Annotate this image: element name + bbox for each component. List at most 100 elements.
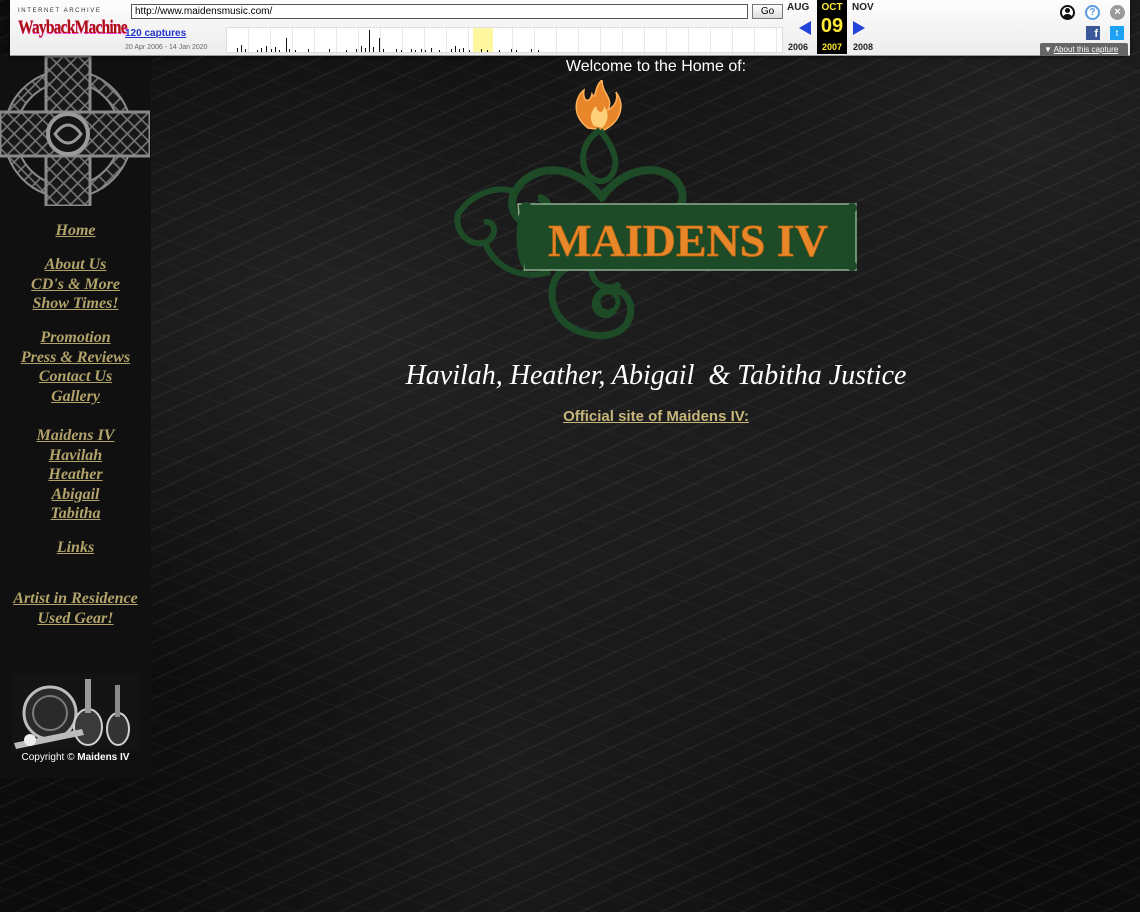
wayback-captures-link[interactable]: 120 captures [125,28,186,39]
sidebar-nav-group: About Us CD's & More Show Times! [0,255,151,314]
sparkline-bar [415,50,416,52]
sparkline-bar [257,50,258,52]
close-icon[interactable]: × [1110,5,1125,20]
sidebar-link-havilah[interactable]: Havilah [0,446,151,466]
wayback-current-day: 09 [820,15,844,37]
sparkline-bar [481,49,482,52]
sidebar-link-promotion[interactable]: Promotion [0,328,151,348]
sidebar-link-cd-s-more[interactable]: CD's & More [0,275,151,295]
sparkline-bar [531,49,532,52]
sparkline-bar [411,49,412,52]
about-this-capture-label: About this capture [1053,45,1119,54]
facebook-share-icon[interactable]: f [1086,26,1100,40]
sparkline-bar [425,50,426,52]
sparkline-bar [245,49,246,52]
sidebar-link-gallery[interactable]: Gallery [0,387,151,407]
sidebar-link-abigail[interactable]: Abigail [0,485,151,505]
next-capture-arrow-icon[interactable] [853,21,865,35]
sparkline-bar [499,50,500,52]
sparkline-bar [329,49,330,52]
wayback-prev-month[interactable]: AUG [787,2,809,13]
sparkline-bar [237,48,238,52]
sparkline-bar [396,49,397,52]
sparkline-bar [401,50,402,52]
copyright-prefix: Copyright © [21,752,75,763]
official-site-link[interactable]: Official site of Maidens IV: [456,408,856,425]
wayback-next-year[interactable]: 2008 [853,42,873,52]
logo-wordmark: MAIDENS IV [548,215,828,266]
wayback-capture-sparkline[interactable] [226,27,783,53]
sidebar-nav-group: Promotion Press & Reviews Contact Us Galler… [0,328,151,406]
sparkline-bar [383,49,384,52]
wayback-url-input[interactable] [131,4,748,19]
wayback-toolbar: INTERNET ARCHIVE WaybackMachine Go 120 c… [10,0,1130,56]
sidebar-link-home[interactable]: Home [0,221,151,241]
wayback-prev-year[interactable]: 2006 [788,42,808,52]
sidebar-nav-group: Links [0,538,151,558]
caret-down-icon: ▼ [1044,45,1054,54]
sidebar-nav-group: Home [0,221,151,241]
sidebar-link-tabitha[interactable]: Tabitha [0,504,151,524]
wayback-logo[interactable]: INTERNET ARCHIVE WaybackMachine [18,8,128,44]
sparkline-bar [271,49,272,52]
sparkline-bar [369,30,370,52]
wayback-logo-main-text: WaybackMachine [18,17,128,38]
sparkline-bar [439,50,440,52]
about-this-capture-button[interactable]: ▼ About this capture [1040,43,1128,56]
sparkline-bar [463,48,464,52]
user-account-icon[interactable] [1060,5,1075,20]
sidebar-link-about-us[interactable]: About Us [0,255,151,275]
wayback-date-range: 20 Apr 2006 - 14 Jan 2020 [125,44,208,51]
sparkline-bar [459,49,460,52]
sparkline-current-year-highlight [473,28,493,52]
wayback-go-button[interactable]: Go [752,4,783,19]
sidebar-link-artist-in-residence[interactable]: Artist in Residence [0,589,151,609]
wayback-logo-archive-text: INTERNET ARCHIVE [18,8,102,14]
help-icon[interactable]: ? [1085,5,1100,20]
sidebar-nav-group: Maidens IV Havilah Heather Abigail Tabitha [0,426,151,524]
sparkline-bar [365,48,366,52]
sparkline-bar [469,50,470,52]
sparkline-bar [279,50,280,52]
copyright-notice: Copyright © Maidens IV [0,752,151,763]
sparkline-bar [346,50,347,52]
sidebar-link-show-times[interactable]: Show Times! [0,294,151,314]
sparkline-bar [295,50,296,52]
sparkline-bar [266,46,267,52]
sparkline-bar [451,49,452,52]
sparkline-bar [431,48,432,52]
sparkline-bar [261,48,262,52]
sidebar-link-used-gear[interactable]: Used Gear! [0,609,151,629]
twitter-share-icon[interactable]: t [1110,26,1124,40]
sparkline-bar [511,49,512,52]
wayback-current-year: 2007 [821,42,843,52]
maidens-iv-logo: MAIDENS IV [454,80,857,339]
sparkline-bar [373,47,374,52]
sidebar-link-heather[interactable]: Heather [0,465,151,485]
sparkline-bar [538,50,539,52]
sparkline-bar [421,49,422,52]
sparkline-bar [275,47,276,52]
wayback-current-month: OCT [821,2,843,13]
copyright-name: Maidens IV [77,752,130,763]
sparkline-bar [356,49,357,52]
sidebar-link-links[interactable]: Links [0,538,151,558]
sparkline-bar [308,49,309,52]
sparkline-bar [289,49,290,52]
band-members-line: Havilah, Heather, Abigail & Tabitha Just… [405,360,907,391]
sparkline-bar [516,50,517,52]
sidebar-link-contact-us[interactable]: Contact Us [0,367,151,387]
welcome-heading: Welcome to the Home of: [565,58,747,75]
sparkline-bar [241,45,242,52]
sparkline-bar [361,46,362,52]
sparkline-bar [455,46,456,52]
prev-capture-arrow-icon[interactable] [799,21,811,35]
wayback-next-month[interactable]: NOV [852,2,874,13]
celtic-cross-icon [0,56,150,206]
sidebar-nav-group: Artist in Residence Used Gear! [0,589,151,628]
sparkline-bar [487,50,488,52]
sparkline-bar [379,38,380,52]
sidebar-link-press-reviews[interactable]: Press & Reviews [0,348,151,368]
sparkline-bar [286,38,287,52]
sidebar-link-maidens-iv[interactable]: Maidens IV [0,426,151,446]
